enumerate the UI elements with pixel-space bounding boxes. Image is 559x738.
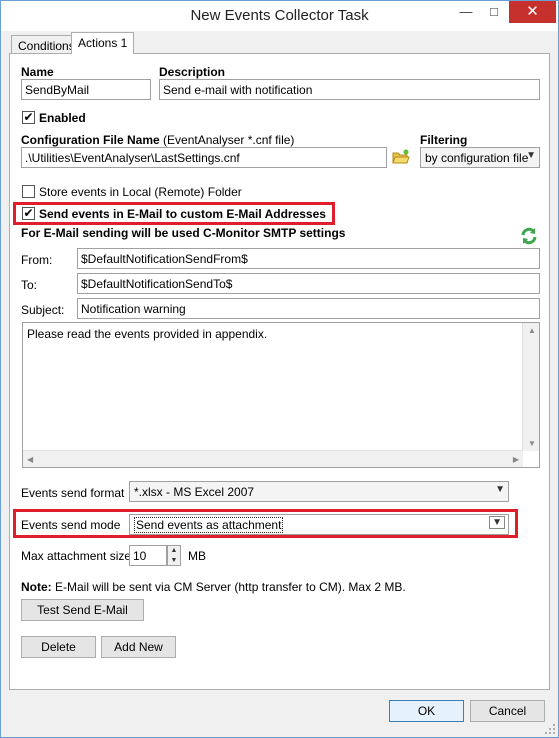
vertical-scrollbar[interactable]: ▲ ▼ bbox=[522, 323, 539, 451]
mode-select[interactable]: Send events as attachment ▼ bbox=[129, 514, 509, 535]
filtering-value: by configuration file bbox=[425, 151, 529, 165]
tab-panel-actions: Name SendByMail Description Send e-mail … bbox=[9, 53, 550, 690]
enabled-label: Enabled bbox=[39, 111, 86, 125]
from-input[interactable]: $DefaultNotificationSendFrom$ bbox=[77, 248, 540, 269]
message-body-textarea[interactable]: Please read the events provided in appen… bbox=[22, 322, 540, 468]
from-label: From: bbox=[21, 253, 53, 267]
chevron-down-icon: ▼ bbox=[489, 516, 505, 529]
to-label: To: bbox=[21, 278, 38, 292]
send-email-label: Send events in E-Mail to custom E-Mail A… bbox=[39, 207, 326, 221]
name-label: Name bbox=[21, 65, 54, 79]
filtering-label: Filtering bbox=[420, 133, 468, 147]
decrement-icon[interactable]: ▼ bbox=[168, 556, 180, 566]
store-events-label: Store events in Local (Remote) Folder bbox=[39, 185, 242, 199]
maximize-button[interactable]: □ bbox=[481, 1, 507, 23]
subject-label: Subject: bbox=[21, 303, 65, 317]
format-label: Events send format bbox=[21, 486, 125, 500]
close-button[interactable]: ✕ bbox=[509, 1, 556, 23]
format-value: *.xlsx - MS Excel 2007 bbox=[134, 485, 255, 499]
test-send-email-button[interactable]: Test Send E-Mail bbox=[21, 599, 144, 621]
scroll-up-icon[interactable]: ▲ bbox=[528, 326, 536, 335]
to-input[interactable]: $DefaultNotificationSendTo$ bbox=[77, 273, 540, 294]
smtp-note: For E-Mail sending will be used C-Monito… bbox=[21, 226, 346, 240]
refresh-icon[interactable] bbox=[520, 227, 538, 245]
title-bar[interactable]: New Events Collector Task — □ ✕ bbox=[1, 1, 558, 31]
format-select[interactable]: *.xlsx - MS Excel 2007 ▼ bbox=[129, 481, 509, 502]
mode-value: Send events as attachment bbox=[134, 517, 284, 533]
max-size-stepper[interactable]: ▲ ▼ bbox=[167, 545, 181, 566]
cancel-button[interactable]: Cancel bbox=[470, 700, 545, 722]
chevron-down-icon: ▼ bbox=[526, 150, 536, 161]
send-email-checkbox[interactable]: ✔ bbox=[22, 207, 35, 220]
config-file-input[interactable]: .\Utilities\EventAnalyser\LastSettings.c… bbox=[21, 147, 387, 168]
filtering-select[interactable]: by configuration file ▼ bbox=[420, 147, 540, 168]
delete-button[interactable]: Delete bbox=[21, 636, 96, 658]
message-body-text: Please read the events provided in appen… bbox=[27, 327, 268, 341]
store-events-checkbox[interactable] bbox=[22, 185, 35, 198]
description-label: Description bbox=[159, 65, 226, 79]
scroll-down-icon[interactable]: ▼ bbox=[528, 439, 536, 448]
chevron-down-icon: ▼ bbox=[495, 484, 505, 495]
max-size-unit: MB bbox=[188, 549, 206, 563]
horizontal-scrollbar[interactable]: ◀ ▶ bbox=[23, 450, 523, 467]
subject-input[interactable]: Notification warning bbox=[77, 298, 540, 319]
mode-label: Events send mode bbox=[21, 518, 121, 532]
minimize-button[interactable]: — bbox=[453, 1, 479, 23]
scroll-right-icon[interactable]: ▶ bbox=[513, 455, 519, 464]
name-input[interactable]: SendByMail bbox=[21, 79, 151, 100]
note-text: Note: E-Mail will be sent via CM Server … bbox=[21, 580, 406, 594]
tab-actions-1[interactable]: Actions 1 bbox=[71, 32, 135, 54]
description-input[interactable]: Send e-mail with notification bbox=[159, 79, 540, 100]
increment-icon[interactable]: ▲ bbox=[168, 546, 180, 556]
max-size-label: Max attachment size bbox=[21, 549, 132, 563]
resize-grip-icon[interactable] bbox=[544, 723, 556, 735]
max-size-input[interactable]: 10 bbox=[129, 545, 167, 566]
folder-open-icon[interactable] bbox=[392, 148, 410, 166]
scroll-left-icon[interactable]: ◀ bbox=[27, 455, 33, 464]
config-file-label: Configuration File Name (EventAnalyser *… bbox=[21, 133, 295, 147]
enabled-checkbox[interactable]: ✔ bbox=[22, 111, 35, 124]
add-new-button[interactable]: Add New bbox=[101, 636, 176, 658]
dialog-window: New Events Collector Task — □ ✕ Conditio… bbox=[0, 0, 559, 738]
ok-button[interactable]: OK bbox=[389, 700, 464, 722]
